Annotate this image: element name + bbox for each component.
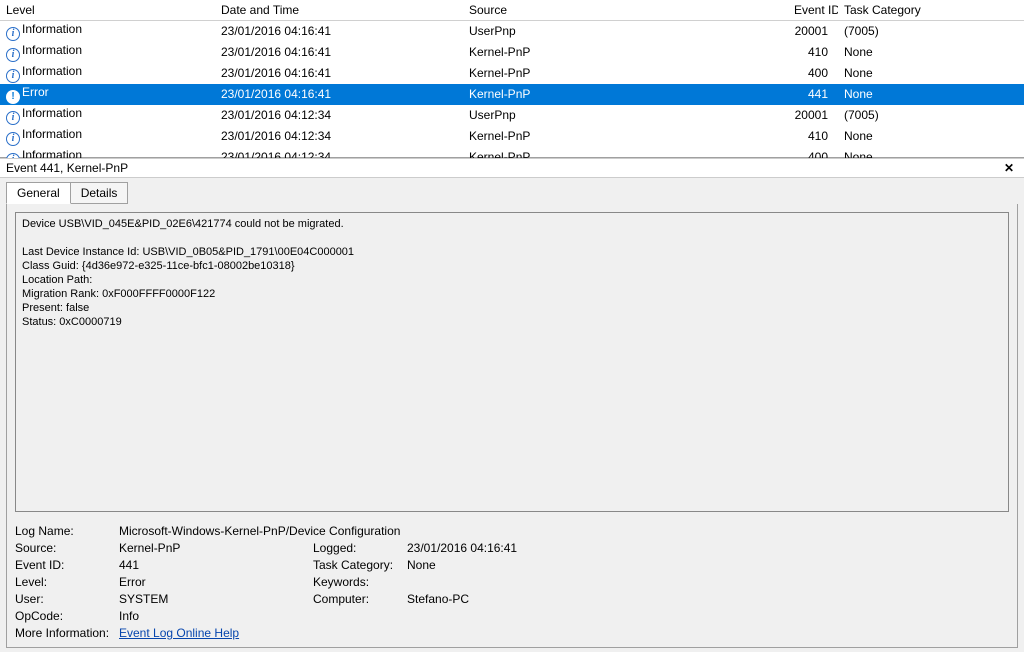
cell-eventid: 410 [788,126,838,147]
table-header-row: Level Date and Time Source Event ID Task… [0,0,1024,20]
col-taskcat[interactable]: Task Category [838,0,1024,20]
cell-datetime: 23/01/2016 04:12:34 [215,126,463,147]
lbl-opcode: OpCode: [15,609,115,623]
lbl-logged: Logged: [313,541,403,555]
cell-source: Kernel-PnP [463,126,788,147]
col-datetime[interactable]: Date and Time [215,0,463,20]
val-opcode: Info [119,609,1009,623]
cell-datetime: 23/01/2016 04:12:34 [215,105,463,126]
cell-source: UserPnp [463,105,788,126]
cell-source: UserPnp [463,20,788,42]
cell-eventid: 400 [788,63,838,84]
table-row[interactable]: Information 23/01/2016 04:16:41Kernel-PnP… [0,42,1024,63]
cell-taskcat: None [838,126,1024,147]
event-description[interactable]: Device USB\VID_045E&PID_02E6\421774 coul… [15,212,1009,512]
tab-general[interactable]: General [6,182,71,204]
cell-level: Information [22,148,82,159]
cell-datetime: 23/01/2016 04:12:34 [215,147,463,159]
col-level[interactable]: Level [0,0,215,20]
val-eventid: 441 [119,558,309,572]
tab-details[interactable]: Details [70,182,129,204]
val-logged: 23/01/2016 04:16:41 [407,541,1009,555]
cell-datetime: 23/01/2016 04:16:41 [215,20,463,42]
lbl-user: User: [15,592,115,606]
cell-datetime: 23/01/2016 04:16:41 [215,42,463,63]
cell-level: Information [22,64,82,78]
cell-taskcat: (7005) [838,20,1024,42]
info-icon [6,48,20,62]
error-icon [6,90,20,104]
lbl-keywords: Keywords: [313,575,403,589]
info-icon [6,27,20,41]
info-icon [6,132,20,146]
cell-eventid: 410 [788,42,838,63]
table-row[interactable]: Information 23/01/2016 04:12:34UserPnp200… [0,105,1024,126]
cell-taskcat: (7005) [838,105,1024,126]
cell-eventid: 400 [788,147,838,159]
cell-taskcat: None [838,147,1024,159]
event-list-scroll[interactable]: Level Date and Time Source Event ID Task… [0,0,1024,158]
close-icon[interactable]: ✕ [1000,161,1018,175]
val-logname: Microsoft-Windows-Kernel-PnP/Device Conf… [119,524,1009,538]
val-user: SYSTEM [119,592,309,606]
cell-eventid: 20001 [788,20,838,42]
cell-source: Kernel-PnP [463,84,788,105]
cell-taskcat: None [838,63,1024,84]
cell-source: Kernel-PnP [463,63,788,84]
lbl-computer: Computer: [313,592,403,606]
info-icon [6,111,20,125]
cell-taskcat: None [838,42,1024,63]
cell-taskcat: None [838,84,1024,105]
lbl-logname: Log Name: [15,524,115,538]
cell-level: Error [22,85,49,99]
table-row[interactable]: Information 23/01/2016 04:16:41Kernel-PnP… [0,63,1024,84]
table-row[interactable]: Information 23/01/2016 04:12:34Kernel-PnP… [0,147,1024,159]
lbl-eventid: Event ID: [15,558,115,572]
lbl-taskcat: Task Category: [313,558,403,572]
lbl-level: Level: [15,575,115,589]
cell-source: Kernel-PnP [463,42,788,63]
cell-eventid: 441 [788,84,838,105]
cell-level: Information [22,43,82,57]
cell-source: Kernel-PnP [463,147,788,159]
val-level: Error [119,575,309,589]
detail-title: Event 441, Kernel-PnP [6,161,128,175]
lbl-source: Source: [15,541,115,555]
tab-panel-general: Device USB\VID_045E&PID_02E6\421774 coul… [6,204,1018,648]
cell-datetime: 23/01/2016 04:16:41 [215,63,463,84]
cell-datetime: 23/01/2016 04:16:41 [215,84,463,105]
cell-level: Information [22,22,82,36]
cell-eventid: 20001 [788,105,838,126]
val-computer: Stefano-PC [407,592,1009,606]
link-online-help[interactable]: Event Log Online Help [119,626,239,640]
table-row[interactable]: Error 23/01/2016 04:16:41Kernel-PnP441Non… [0,84,1024,105]
table-row[interactable]: Information 23/01/2016 04:12:34Kernel-PnP… [0,126,1024,147]
cell-level: Information [22,106,82,120]
lbl-moreinfo: More Information: [15,626,115,640]
val-taskcat: None [407,558,1009,572]
info-icon [6,69,20,83]
val-source: Kernel-PnP [119,541,309,555]
cell-level: Information [22,127,82,141]
event-table: Level Date and Time Source Event ID Task… [0,0,1024,158]
table-row[interactable]: Information 23/01/2016 04:16:41UserPnp200… [0,20,1024,42]
col-source[interactable]: Source [463,0,788,20]
event-metadata: Log Name: Microsoft-Windows-Kernel-PnP/D… [15,524,1009,640]
col-eventid[interactable]: Event ID [788,0,838,20]
